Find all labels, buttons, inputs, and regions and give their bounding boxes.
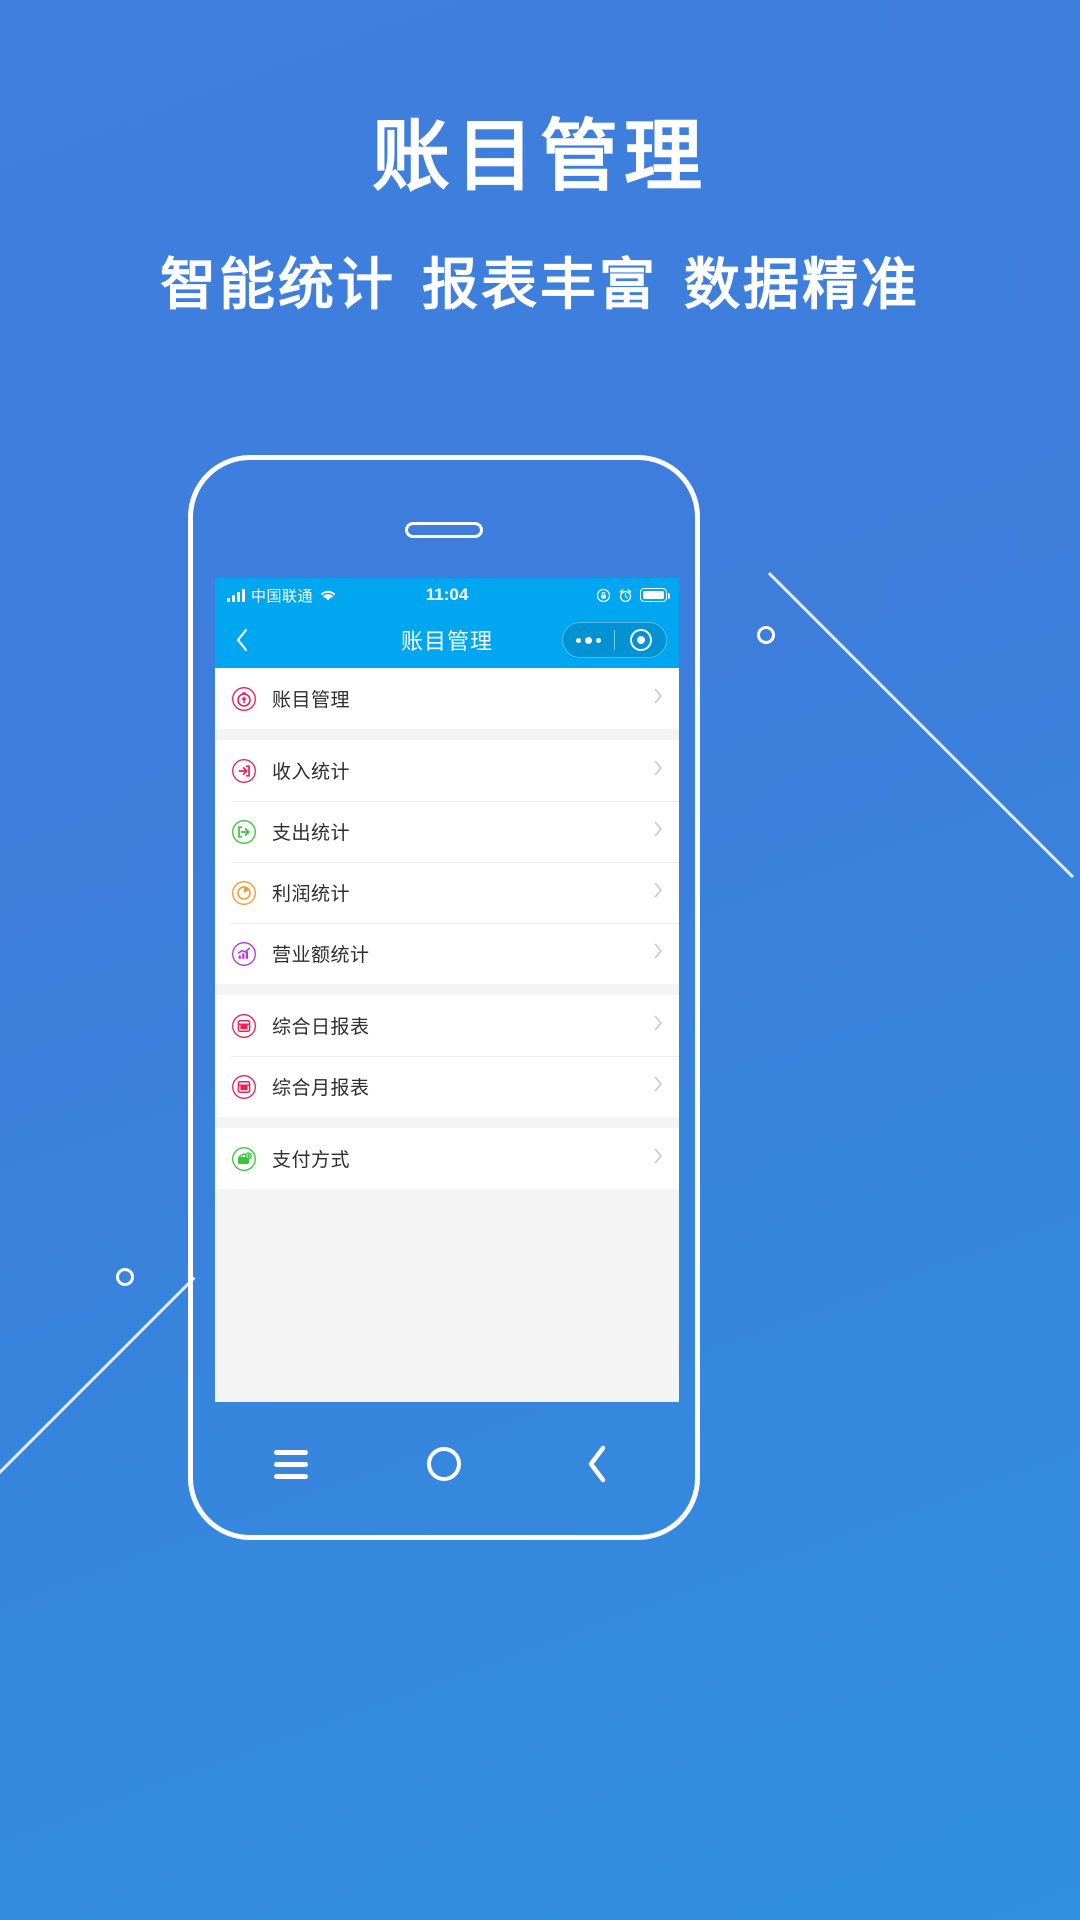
chevron-left-icon [588, 1445, 605, 1483]
alarm-icon [618, 588, 633, 603]
android-navigation-bar [215, 1429, 673, 1499]
chevron-left-icon [236, 628, 248, 652]
wechat-capsule[interactable] [562, 622, 667, 658]
calendar-report-icon [231, 1074, 257, 1100]
list-item-label: 综合日报表 [272, 1017, 370, 1038]
list-item[interactable]: 收入统计 [215, 740, 679, 801]
arrow-out-door-icon [231, 819, 257, 845]
hero-subtitle: 智能统计 报表丰富 数据精准 [0, 258, 1080, 314]
chevron-right-icon [654, 760, 663, 781]
phone-mockup: 中国联通 11:04 账目管理 账目管理 收入统计 支出统计 利润统计 营业额统… [188, 455, 700, 1540]
list-group: 支付方式 [215, 1128, 679, 1189]
page-title: 账目管理 [371, 112, 708, 202]
wifi-icon [319, 588, 337, 602]
pie-chart-icon [231, 880, 257, 906]
back-button[interactable] [227, 625, 257, 655]
list-item-label: 支出统计 [272, 823, 351, 844]
list-item-label: 支付方式 [272, 1150, 351, 1171]
list-item-label: 利润统计 [272, 884, 351, 905]
list-item[interactable]: 利润统计 [215, 862, 679, 923]
status-time: 11:04 [425, 585, 469, 604]
settings-list: 账目管理 收入统计 支出统计 利润统计 营业额统计 综合日报表 综合月报表 支付… [215, 668, 679, 1402]
list-item-label: 收入统计 [272, 762, 351, 783]
list-item[interactable]: 营业额统计 [215, 923, 679, 984]
subtitle-part-2: 报表丰富 [422, 253, 658, 318]
chevron-right-icon [654, 1015, 663, 1036]
app-nav-bar: 账目管理 [215, 612, 679, 668]
nav-title: 账目管理 [400, 629, 494, 654]
status-bar: 中国联通 11:04 [215, 578, 679, 612]
phone-screen: 中国联通 11:04 账目管理 账目管理 收入统计 支出统计 利润统计 营业额统… [215, 578, 679, 1402]
more-button[interactable] [563, 636, 614, 644]
list-item[interactable]: 综合日报表 [215, 995, 679, 1056]
ellipsis-icon [576, 636, 601, 644]
system-back-button[interactable] [567, 1434, 627, 1494]
list-item[interactable]: 支付方式 [215, 1128, 679, 1189]
target-circle-icon [629, 629, 652, 651]
list-item[interactable]: 账目管理 [215, 668, 679, 729]
phone-speaker-grille [405, 522, 483, 538]
list-group: 账目管理 [215, 668, 679, 729]
hamburger-menu-icon [274, 1449, 309, 1479]
list-group: 收入统计 支出统计 利润统计 营业额统计 [215, 740, 679, 984]
chevron-right-icon [654, 882, 663, 903]
subtitle-part-1: 智能统计 [160, 253, 396, 318]
chevron-right-icon [654, 943, 663, 964]
chevron-right-icon [654, 1076, 663, 1097]
chevron-right-icon [654, 1148, 663, 1169]
menu-button[interactable] [261, 1434, 321, 1494]
list-item-label: 账目管理 [272, 690, 351, 711]
calendar-report-icon [231, 1013, 257, 1039]
subtitle-part-3: 数据精准 [684, 253, 920, 318]
list-item-label: 营业额统计 [272, 945, 370, 966]
carrier-label: 中国联通 [251, 587, 314, 605]
home-circle-icon [426, 1447, 461, 1481]
trend-chart-icon [231, 941, 257, 967]
chevron-right-icon [654, 688, 663, 709]
promo-poster: 账目管理 智能统计 报表丰富 数据精准 中国联通 11:04 账目管理 账目管理… [0, 0, 1080, 1920]
battery-icon [640, 588, 670, 602]
home-button[interactable] [414, 1434, 474, 1494]
chevron-right-icon [654, 821, 663, 842]
list-item[interactable]: 综合月报表 [215, 1056, 679, 1117]
close-miniapp-button[interactable] [615, 629, 666, 651]
arrow-into-door-icon [231, 758, 257, 784]
list-item[interactable]: 支出统计 [215, 801, 679, 862]
list-group: 综合日报表 综合月报表 [215, 995, 679, 1117]
signal-icon [227, 588, 245, 602]
hero-text-block: 账目管理 智能统计 报表丰富 数据精准 [0, 0, 1080, 314]
rotation-lock-icon [596, 588, 611, 603]
coin-stopwatch-icon [231, 686, 257, 712]
list-item-label: 综合月报表 [272, 1078, 370, 1099]
wallet-icon [231, 1146, 257, 1172]
